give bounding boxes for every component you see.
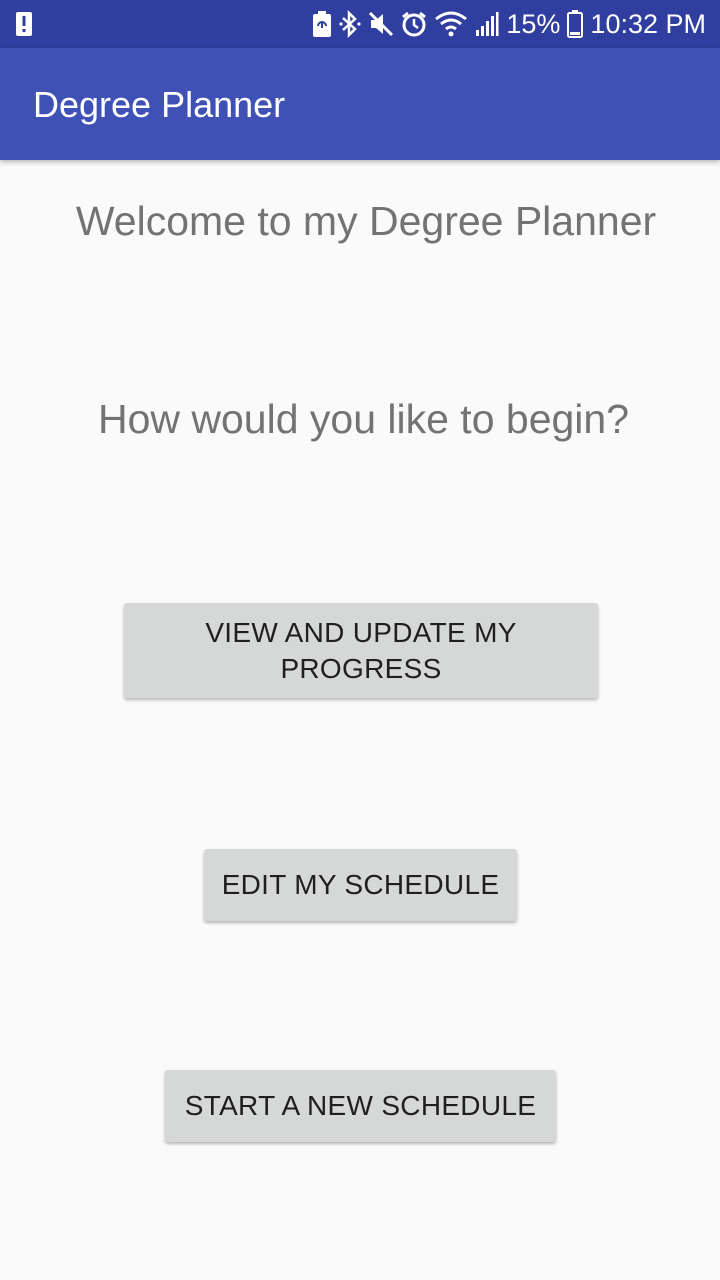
battery-percent: 15% xyxy=(506,8,561,39)
view-update-progress-label: VIEW AND UPDATE MY PROGRESS xyxy=(205,616,517,684)
mute-icon xyxy=(368,11,394,37)
alarm-icon xyxy=(401,11,427,37)
wifi-icon xyxy=(434,11,468,37)
clock: 10:32 PM xyxy=(590,8,706,39)
start-new-schedule-label: START A NEW SCHEDULE xyxy=(184,1090,537,1121)
bluetooth-icon xyxy=(339,10,361,38)
welcome-text: Welcome to my Degree Planner xyxy=(75,198,657,244)
alert-icon xyxy=(14,10,34,43)
battery-saver-icon xyxy=(312,11,332,37)
question-text: How would you like to begin? xyxy=(97,396,630,442)
signal-icon xyxy=(475,11,499,37)
app-bar: Degree Planner xyxy=(0,48,720,160)
app-title: Degree Planner xyxy=(33,84,286,125)
edit-schedule-button[interactable]: EDIT MY SCHEDULE xyxy=(204,849,517,921)
status-bar: 15% 10:32 PM xyxy=(0,0,720,48)
view-update-progress-button[interactable]: VIEW AND UPDATE MY PROGRESS xyxy=(124,603,598,698)
start-new-schedule-button[interactable]: START A NEW SCHEDULE xyxy=(165,1070,556,1142)
edit-schedule-label: EDIT MY SCHEDULE xyxy=(221,869,500,900)
battery-icon xyxy=(567,10,584,38)
